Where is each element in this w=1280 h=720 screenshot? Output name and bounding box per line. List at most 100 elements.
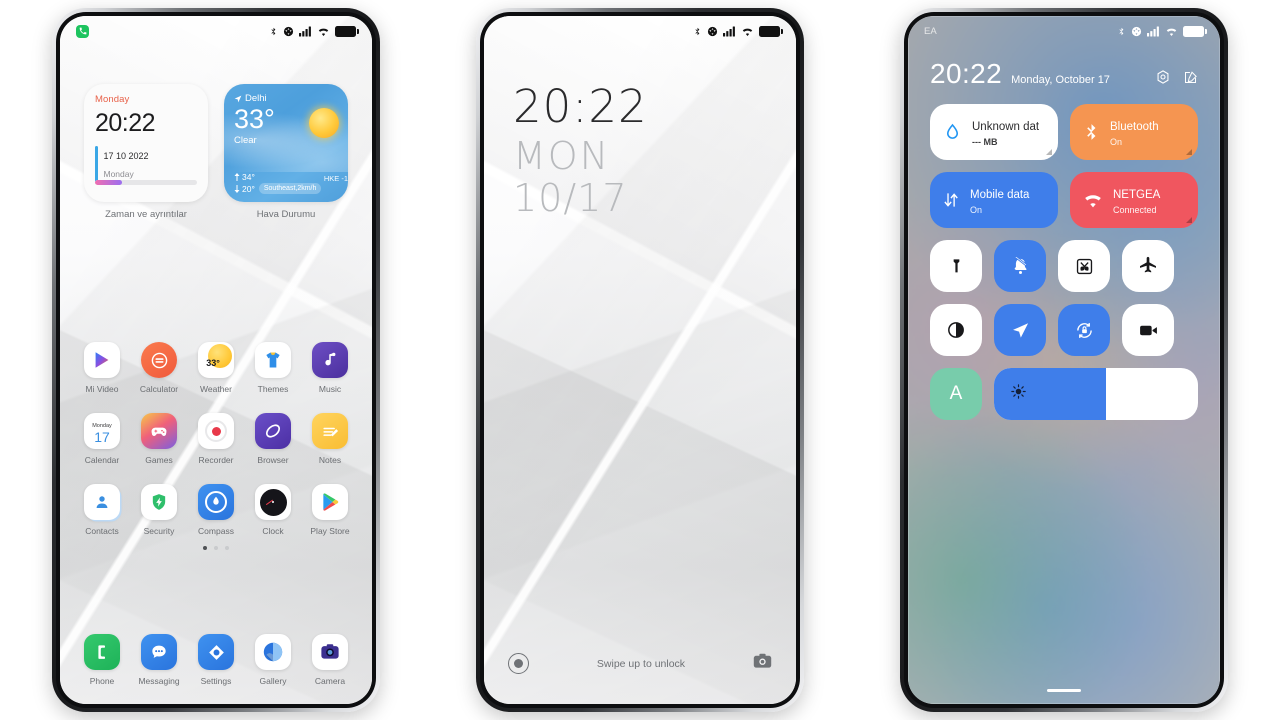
messaging-icon[interactable] (141, 634, 177, 670)
dock-app-settings[interactable]: Settings (188, 634, 245, 686)
play-store-icon[interactable] (312, 484, 348, 520)
time-and-details-widget[interactable]: Monday 20:22 17 10 2022 Monday Zaman ve … (84, 84, 208, 220)
brightness-slider[interactable] (994, 368, 1198, 420)
vpn-icon (283, 26, 294, 36)
wifi-icon (1166, 28, 1177, 36)
panel-drag-handle[interactable] (908, 688, 1220, 692)
bluetooth-icon (1119, 27, 1124, 35)
clock-icon[interactable] (255, 484, 291, 520)
battery-icon (759, 25, 783, 37)
music-icon[interactable] (312, 342, 348, 378)
lock-screen-time: 20:22 (513, 80, 648, 133)
clock-widget-progress (95, 180, 197, 185)
screen-record-toggle[interactable] (1122, 304, 1174, 356)
app-label: Games (145, 455, 173, 465)
camera-icon[interactable] (312, 634, 348, 670)
camera-shortcut-icon[interactable] (753, 653, 772, 674)
gallery-icon[interactable] (255, 634, 291, 670)
bluetooth-tile[interactable]: Bluetooth On (1070, 104, 1198, 160)
page-indicator[interactable] (60, 546, 372, 550)
settings-gear-icon[interactable] (1155, 69, 1171, 85)
app-themes[interactable]: Themes (245, 342, 302, 394)
mobile-data-tile[interactable]: Mobile data On (930, 172, 1058, 228)
games-icon[interactable] (141, 413, 177, 449)
browser-icon[interactable] (255, 413, 291, 449)
app-label: Messaging (138, 676, 180, 686)
app-recorder[interactable]: Recorder (188, 413, 245, 465)
themes-icon[interactable] (255, 342, 291, 378)
phone-device-home: Monday 20:22 17 10 2022 Monday Zaman ve … (52, 8, 380, 712)
location-toggle[interactable] (994, 304, 1046, 356)
dock-app-camera[interactable]: Camera (302, 634, 359, 686)
clock-widget-time: 20:22 (95, 109, 156, 137)
page-dot-3[interactable] (225, 546, 229, 550)
dock-app-gallery[interactable]: Gallery (245, 634, 302, 686)
clock-widget-datebox: 17 10 2022 Monday (95, 146, 197, 182)
weather-icon[interactable]: 33° (198, 342, 234, 378)
data-usage-tile[interactable]: Unknown dat --- MB (930, 104, 1058, 160)
app-calculator[interactable]: Calculator (131, 342, 188, 394)
mi-video-icon[interactable] (84, 342, 120, 378)
airplane-toggle[interactable] (1122, 240, 1174, 292)
page-dot-1[interactable] (203, 546, 207, 550)
recorder-icon[interactable] (198, 413, 234, 449)
signal-bars-icon (723, 25, 735, 37)
settings-icon[interactable] (198, 634, 234, 670)
tile-text: NETGEA Connected (1113, 185, 1160, 215)
app-notes[interactable]: Notes (302, 413, 359, 465)
edit-icon[interactable] (1183, 70, 1198, 85)
vpn-icon (1131, 26, 1142, 36)
qs-date: Monday, October 17 (1011, 74, 1110, 86)
app-calendar[interactable]: Monday 17 Calendar (74, 413, 131, 465)
wifi-tile[interactable]: NETGEA Connected (1070, 172, 1198, 228)
auto-brightness-toggle[interactable]: A (930, 368, 982, 420)
weather-widget[interactable]: Delhi 33° Clear HKE -1 34° 20° Southeast… (224, 84, 348, 220)
home-dock: Phone Messaging Settings Gallery Camera (60, 634, 372, 686)
phone-bezel: Monday 20:22 17 10 2022 Monday Zaman ve … (56, 12, 376, 708)
mobile-data-icon (944, 193, 958, 207)
app-play-store[interactable]: Play Store (302, 484, 359, 536)
data-drop-icon (946, 123, 959, 139)
flashlight-toggle-icon[interactable] (508, 653, 529, 674)
phone-icon[interactable] (84, 634, 120, 670)
weather-widget-card[interactable]: Delhi 33° Clear HKE -1 34° 20° Southeast… (224, 84, 348, 202)
app-compass[interactable]: Compass (188, 484, 245, 536)
rotation-toggle[interactable] (1058, 304, 1110, 356)
app-contacts[interactable]: Contacts (74, 484, 131, 536)
status-system-icons (269, 25, 359, 38)
app-music[interactable]: Music (302, 342, 359, 394)
page-dot-2[interactable] (214, 546, 218, 550)
app-browser[interactable]: Browser (245, 413, 302, 465)
weather-widget-label: Hava Durumu (256, 209, 316, 220)
contacts-icon[interactable] (84, 484, 120, 520)
flashlight-toggle[interactable] (930, 240, 982, 292)
tile-expand-corner[interactable] (1046, 149, 1052, 155)
screenshot-toggle[interactable] (1058, 240, 1110, 292)
app-games[interactable]: Games (131, 413, 188, 465)
app-clock[interactable]: Clock (245, 484, 302, 536)
calculator-icon[interactable] (141, 342, 177, 378)
calendar-icon[interactable]: Monday 17 (84, 413, 120, 449)
dark-mode-toggle[interactable] (930, 304, 982, 356)
weather-footer: 34° 20° Southeast,2km/h (234, 172, 339, 194)
app-label: Recorder (198, 455, 234, 465)
silent-toggle[interactable] (994, 240, 1046, 292)
dock-app-messaging[interactable]: Messaging (131, 634, 188, 686)
app-security[interactable]: Security (131, 484, 188, 536)
app-label: Compass (198, 526, 234, 536)
app-row: Mi Video Calculator 33° Weather Themes M… (60, 342, 372, 394)
lock-screen-date: 10/17 (513, 176, 628, 220)
tile-expand-corner[interactable] (1186, 149, 1192, 155)
tile-text: Mobile data On (970, 185, 1029, 215)
compass-icon[interactable] (198, 484, 234, 520)
clock-widget-card[interactable]: Monday 20:22 17 10 2022 Monday (84, 84, 208, 202)
tile-expand-corner[interactable] (1186, 217, 1192, 223)
app-weather[interactable]: 33° Weather (188, 342, 245, 394)
sun-icon (309, 108, 339, 138)
app-mi-video[interactable]: Mi Video (74, 342, 131, 394)
notes-icon[interactable] (312, 413, 348, 449)
app-label: Phone (89, 676, 115, 686)
dock-app-phone[interactable]: Phone (74, 634, 131, 686)
security-icon[interactable] (141, 484, 177, 520)
weather-low-group: 20° (234, 184, 255, 194)
